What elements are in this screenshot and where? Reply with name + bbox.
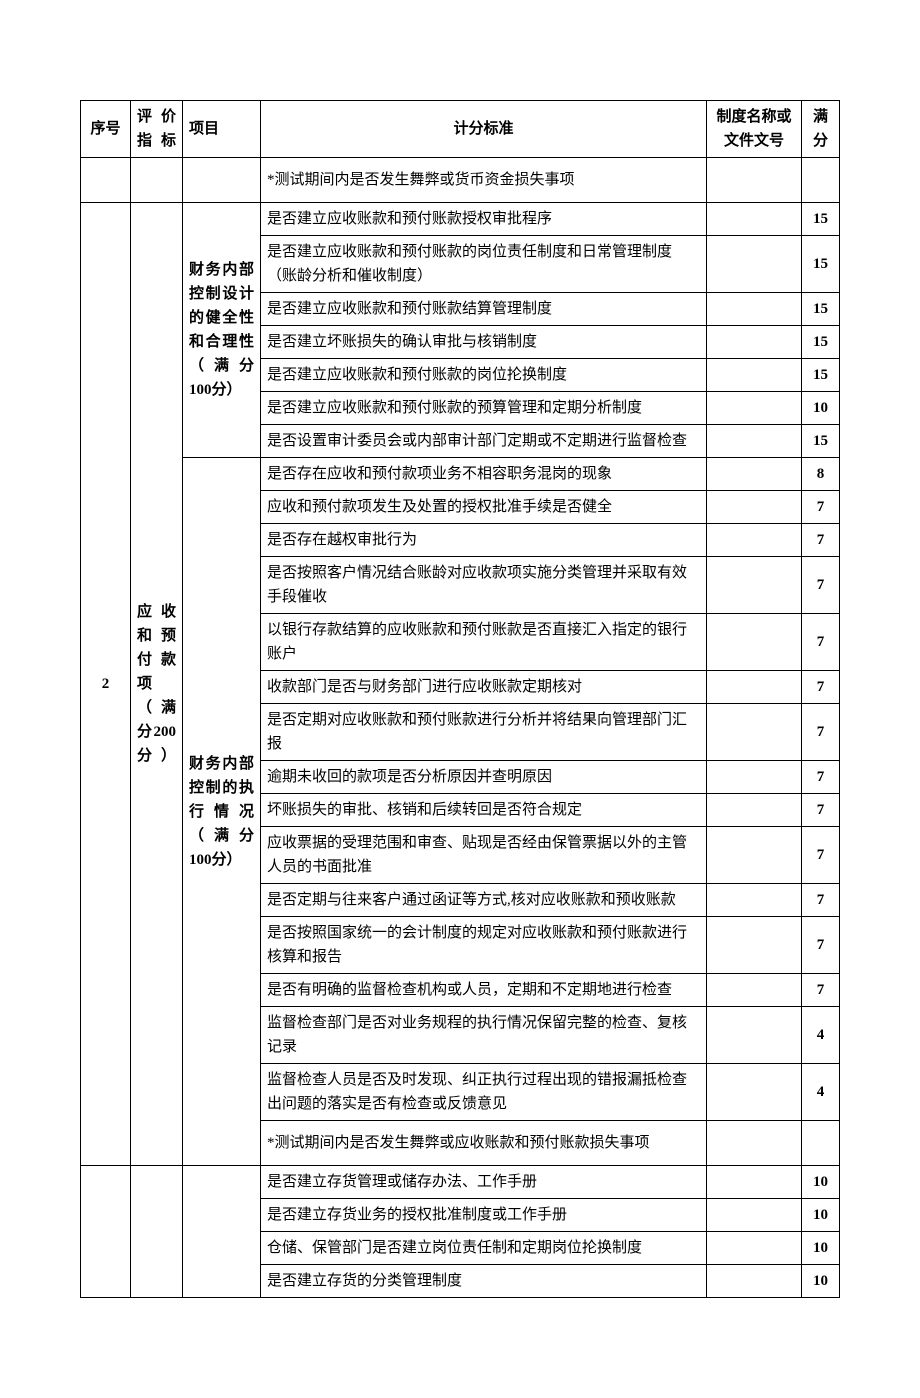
score-cell: 8 <box>802 458 840 491</box>
project-cell: 财务内部控制的执行情况（满分100分） <box>183 458 261 1166</box>
standard-cell: 坏账损失的审批、核销和后续转回是否符合规定 <box>261 794 707 827</box>
pre-row-standard: *测试期间内是否发生舞弊或货币资金损失事项 <box>261 158 707 203</box>
standard-cell: 应收票据的受理范围和审查、贴现是否经由保管票据以外的主管人员的书面批准 <box>261 827 707 884</box>
standard-cell: 是否按照国家统一的会计制度的规定对应收账款和预付账款进行核算和报告 <box>261 917 707 974</box>
standard-cell: 是否存在应收和预付款项业务不相容职务混岗的现象 <box>261 458 707 491</box>
standard-cell: 是否建立应收账款和预付账款的岗位抡换制度 <box>261 359 707 392</box>
score-cell: 10 <box>802 1265 840 1298</box>
score-cell: 7 <box>802 884 840 917</box>
score-cell: 7 <box>802 614 840 671</box>
standard-cell: 仓储、保管部门是否建立岗位责任制和定期岗位抡换制度 <box>261 1232 707 1265</box>
header-seq: 序号 <box>81 101 131 158</box>
score-cell: 7 <box>802 794 840 827</box>
standard-cell: 是否建立应收账款和预付账款结算管理制度 <box>261 293 707 326</box>
score-cell: 7 <box>802 557 840 614</box>
standard-cell: 是否建立存货管理或储存办法、工作手册 <box>261 1166 707 1199</box>
score-cell: 10 <box>802 1166 840 1199</box>
score-cell <box>802 1121 840 1166</box>
score-cell: 4 <box>802 1064 840 1121</box>
header-standard: 计分标准 <box>261 101 707 158</box>
header-score: 满分 <box>802 101 840 158</box>
standard-cell: 监督检查人员是否及时发现、纠正执行过程出现的错报漏抵检查出问题的落实是否有检查或… <box>261 1064 707 1121</box>
score-cell: 7 <box>802 974 840 1007</box>
score-cell: 4 <box>802 1007 840 1064</box>
table-row: 2 应收和预付款项（满分200分） 财务内部控制设计的健全性和合理性（满分100… <box>81 203 840 236</box>
header-project: 项目 <box>183 101 261 158</box>
score-cell: 15 <box>802 425 840 458</box>
standard-cell: 是否设置审计委员会或内部审计部门定期或不定期进行监督检查 <box>261 425 707 458</box>
score-cell: 7 <box>802 704 840 761</box>
table-row: 财务内部控制的执行情况（满分100分） 是否存在应收和预付款项业务不相容职务混岗… <box>81 458 840 491</box>
project-cell: 财务内部控制设计的健全性和合理性（满分100分） <box>183 203 261 458</box>
header-indicator: 评价指标 <box>131 101 183 158</box>
indicator-cell: 应收和预付款项（满分200分） <box>131 203 183 1166</box>
score-cell: 15 <box>802 359 840 392</box>
pre-row: *测试期间内是否发生舞弊或货币资金损失事项 <box>81 158 840 203</box>
standard-cell: 是否存在越权审批行为 <box>261 524 707 557</box>
standard-cell: 是否建立应收账款和预付账款的岗位责任制度和日常管理制度（账龄分析和催收制度） <box>261 236 707 293</box>
seq-cell: 2 <box>81 203 131 1166</box>
score-cell: 7 <box>802 761 840 794</box>
standard-cell: 是否建立应收账款和预付账款的预算管理和定期分析制度 <box>261 392 707 425</box>
score-cell: 7 <box>802 491 840 524</box>
standard-cell: 收款部门是否与财务部门进行应收账款定期核对 <box>261 671 707 704</box>
standard-cell: 应收和预付款项发生及处置的授权批准手续是否健全 <box>261 491 707 524</box>
score-cell: 7 <box>802 827 840 884</box>
score-cell: 7 <box>802 917 840 974</box>
score-cell: 7 <box>802 671 840 704</box>
table-row: 是否建立存货管理或储存办法、工作手册 10 <box>81 1166 840 1199</box>
standard-cell: 是否建立应收账款和预付账款授权审批程序 <box>261 203 707 236</box>
standard-cell: 是否建立坏账损失的确认审批与核销制度 <box>261 326 707 359</box>
standard-cell: 是否有明确的监督检查机构或人员，定期和不定期地进行检查 <box>261 974 707 1007</box>
score-cell: 10 <box>802 392 840 425</box>
standard-cell: 是否建立存货的分类管理制度 <box>261 1265 707 1298</box>
standard-cell: 以银行存款结算的应收账款和预付账款是否直接汇入指定的银行账户 <box>261 614 707 671</box>
score-cell: 15 <box>802 203 840 236</box>
standard-cell: 是否建立存货业务的授权批准制度或工作手册 <box>261 1199 707 1232</box>
score-cell: 15 <box>802 326 840 359</box>
score-cell: 15 <box>802 293 840 326</box>
score-cell: 10 <box>802 1232 840 1265</box>
standard-cell: 是否定期对应收账款和预付账款进行分析并将结果向管理部门汇报 <box>261 704 707 761</box>
standard-cell: 是否按照客户情况结合账龄对应收款项实施分类管理并采取有效手段催收 <box>261 557 707 614</box>
score-cell: 7 <box>802 524 840 557</box>
header-row: 序号 评价指标 项目 计分标准 制度名称或文件文号 满分 <box>81 101 840 158</box>
standard-cell: 监督检查部门是否对业务规程的执行情况保留完整的检查、复核记录 <box>261 1007 707 1064</box>
score-cell: 15 <box>802 236 840 293</box>
evaluation-table: 序号 评价指标 项目 计分标准 制度名称或文件文号 满分 *测试期间内是否发生舞… <box>80 100 840 1298</box>
standard-cell: *测试期间内是否发生舞弊或应收账款和预付账款损失事项 <box>261 1121 707 1166</box>
header-system: 制度名称或文件文号 <box>707 101 802 158</box>
standard-cell: 是否定期与往来客户通过函证等方式,核对应收账款和预收账款 <box>261 884 707 917</box>
score-cell: 10 <box>802 1199 840 1232</box>
standard-cell: 逾期未收回的款项是否分析原因并查明原因 <box>261 761 707 794</box>
